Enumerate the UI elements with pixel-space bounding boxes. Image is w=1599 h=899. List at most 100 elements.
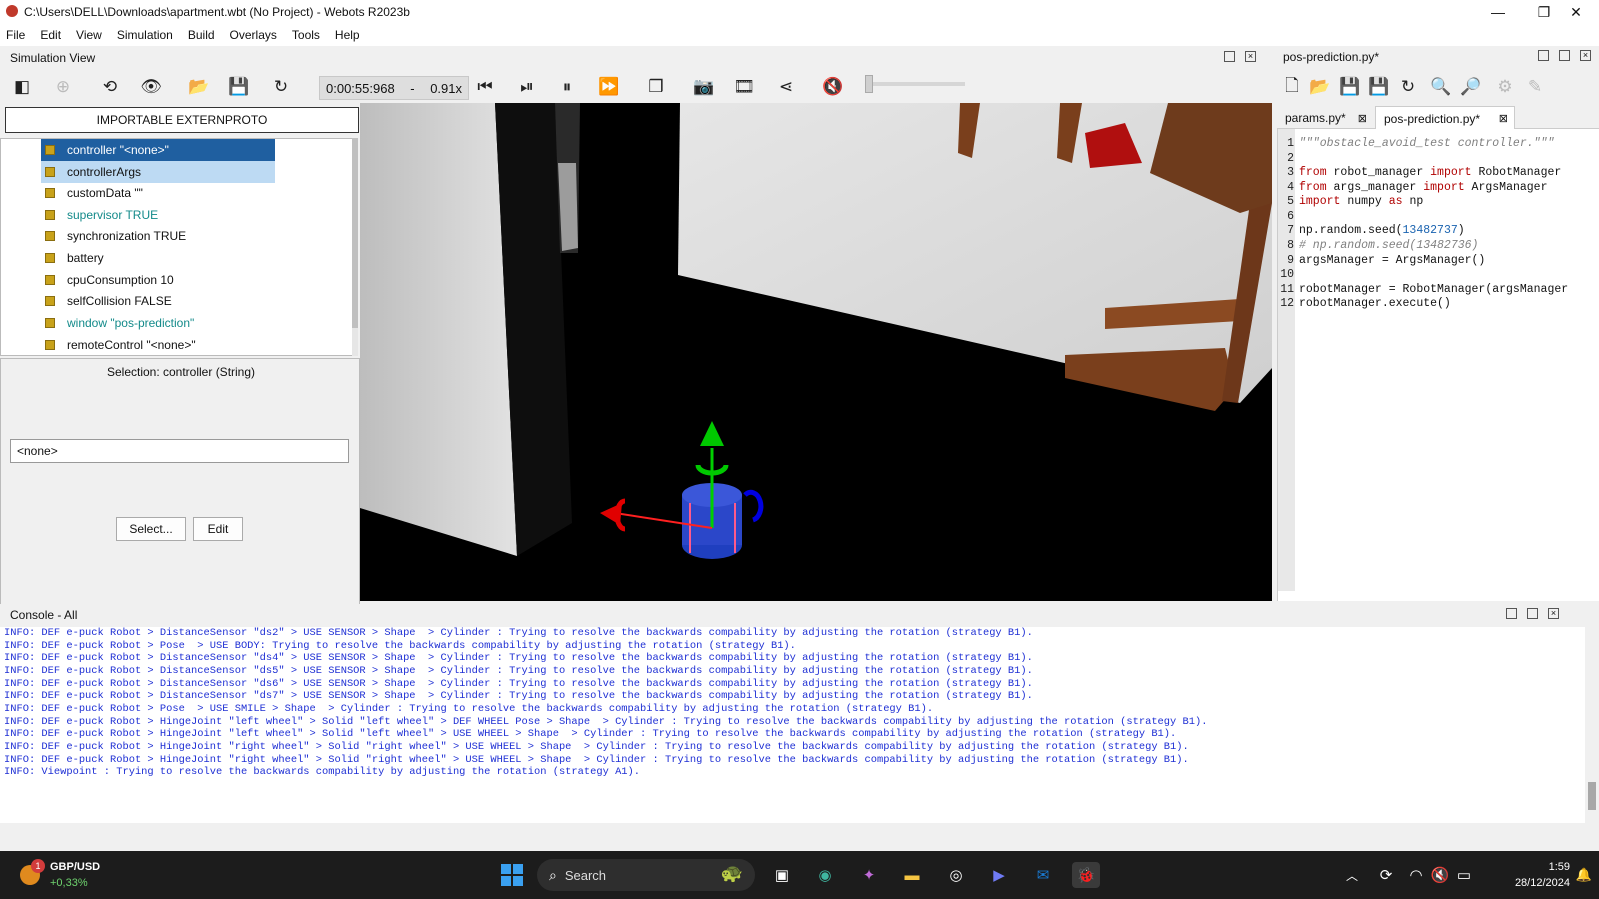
undock-icon[interactable] <box>1506 608 1517 619</box>
menu-simulation[interactable]: Simulation <box>117 28 173 42</box>
menu-file[interactable]: File <box>6 28 25 42</box>
close-dock-icon[interactable]: × <box>1580 50 1591 61</box>
volume-slider[interactable] <box>865 75 965 93</box>
mute-icon[interactable]: 🔇 <box>820 74 846 100</box>
edit-button[interactable]: Edit <box>193 517 243 541</box>
tree-item-label: controllerArgs <box>67 165 142 179</box>
undock-icon[interactable] <box>1224 51 1235 62</box>
scrollbar-thumb[interactable] <box>352 138 358 328</box>
clean-icon[interactable]: ✎ <box>1522 74 1548 100</box>
windows-start-icon[interactable] <box>498 862 526 888</box>
fast-forward-icon[interactable]: ⏩ <box>596 74 622 100</box>
save-as-icon[interactable]: 💾 <box>1366 74 1392 100</box>
notification-bell-icon[interactable]: 🔔 <box>1570 862 1598 888</box>
taskbar-search-box[interactable]: ⌕ Search 🐢 <box>537 859 755 891</box>
reload-view-icon[interactable]: ⟲ <box>97 74 123 100</box>
minimize-button[interactable]: — <box>1475 0 1521 24</box>
tree-item-synchronization[interactable]: synchronization TRUE <box>41 225 194 247</box>
new-file-icon[interactable]: 🗋 <box>1279 74 1305 100</box>
undock-icon[interactable] <box>1538 50 1549 61</box>
file-explorer-icon[interactable]: ▬ <box>898 862 926 888</box>
weather-widget[interactable]: 1 GBP/USD +0,33% <box>16 859 106 893</box>
editor-title: pos-prediction.py* <box>1283 50 1380 64</box>
open-world-icon[interactable]: 📂 <box>186 74 212 100</box>
clock[interactable]: 1:59 28/12/2024 <box>1500 859 1570 891</box>
save-file-icon[interactable]: 💾 <box>1337 74 1363 100</box>
line-number: 4 <box>1287 181 1294 194</box>
screenshot-icon[interactable]: 📷 <box>691 74 717 100</box>
menu-tools[interactable]: Tools <box>292 28 320 42</box>
tab-close-icon[interactable]: ⊠ <box>1499 112 1508 125</box>
tab-pos-prediction[interactable]: pos-prediction.py* ⊠ <box>1375 106 1515 130</box>
reset-simulation-icon[interactable]: ⏮ <box>472 74 498 100</box>
tree-item-customdata[interactable]: customData "" <box>41 182 151 204</box>
find-icon[interactable]: 🔍 <box>1428 74 1454 100</box>
tab-params[interactable]: params.py* ⊠ <box>1277 106 1373 130</box>
3d-viewport[interactable] <box>360 103 1272 601</box>
tab-close-icon[interactable]: ⊠ <box>1358 112 1367 125</box>
tree-item-window[interactable]: window "pos-prediction" <box>41 312 202 334</box>
chevron-up-icon[interactable]: ︿ <box>1338 862 1366 888</box>
tree-item-supervisor[interactable]: supervisor TRUE <box>41 204 166 226</box>
record-movie-icon[interactable]: 🎞 <box>731 74 757 100</box>
scene-tree-scrollbar[interactable] <box>352 138 358 356</box>
close-button[interactable]: ✕ <box>1553 0 1599 24</box>
battery-icon[interactable]: ▭ <box>1450 862 1478 888</box>
volume-slider-handle[interactable] <box>865 75 873 93</box>
select-button[interactable]: Select... <box>116 517 186 541</box>
console-line: INFO: DEF e-puck Robot > DistanceSensor … <box>4 678 1033 690</box>
open-file-icon[interactable]: 📂 <box>1307 74 1333 100</box>
tree-item-controller[interactable]: controller "<none>" <box>41 139 275 161</box>
line-number: 1 <box>1287 137 1294 150</box>
menu-edit[interactable]: Edit <box>40 28 61 42</box>
scrollbar-thumb[interactable] <box>1588 782 1596 810</box>
revert-icon[interactable]: ↻ <box>1395 74 1421 100</box>
build-icon[interactable]: ⚙ <box>1492 74 1518 100</box>
close-icon: ✕ <box>1570 3 1582 20</box>
toggle-scene-tree-icon[interactable]: ◧ <box>9 74 35 100</box>
edge-browser-icon[interactable]: ◉ <box>811 862 839 888</box>
replace-icon[interactable]: 🔎 <box>1458 74 1484 100</box>
tree-item-remotecontrol[interactable]: remoteControl "<none>" <box>41 334 204 355</box>
eye-icon[interactable]: 👁 <box>138 74 164 100</box>
share-icon[interactable]: ⋖ <box>773 74 799 100</box>
controller-value-field[interactable]: <none> <box>10 439 349 463</box>
copilot-icon[interactable]: ✦ <box>855 862 883 888</box>
tree-item-selfcollision[interactable]: selfCollision FALSE <box>41 290 180 312</box>
3d-scene <box>360 103 1272 559</box>
tree-item-cpuconsumption[interactable]: cpuConsumption 10 <box>41 269 182 291</box>
sync-icon[interactable]: ⟳ <box>1372 862 1400 888</box>
outlook-icon[interactable]: ✉ <box>1029 862 1057 888</box>
keyword: import <box>1423 181 1465 194</box>
importable-externproto-button[interactable]: IMPORTABLE EXTERNPROTO <box>5 107 359 133</box>
add-node-icon[interactable]: ⊕ <box>50 74 76 100</box>
tree-item-battery[interactable]: battery <box>41 247 112 269</box>
webots-taskbar-icon[interactable]: 🐞 <box>1072 862 1100 888</box>
tree-item-controllerargs[interactable]: controllerArgs <box>41 161 275 183</box>
tree-item-label: controller "<none>" <box>67 143 169 157</box>
step-icon[interactable]: ⏯ <box>514 74 540 100</box>
rendering-toggle-icon[interactable]: ❒ <box>643 74 669 100</box>
code-editor[interactable]: 1 """obstacle_avoid_test controller.""" … <box>1277 129 1599 601</box>
console-output[interactable]: INFO: DEF e-puck Robot > DistanceSensor … <box>0 627 1585 823</box>
media-player-icon[interactable]: ▶ <box>985 862 1013 888</box>
float-icon[interactable] <box>1527 608 1538 619</box>
float-icon[interactable] <box>1559 50 1570 61</box>
tree-item-label: remoteControl "<none>" <box>67 338 196 352</box>
menu-overlays[interactable]: Overlays <box>230 28 277 42</box>
close-dock-icon[interactable]: × <box>1548 608 1559 619</box>
console-scrollbar[interactable] <box>1585 627 1599 823</box>
line-number: 9 <box>1287 254 1294 267</box>
close-dock-icon[interactable]: × <box>1245 51 1256 62</box>
pause-icon[interactable]: ⏸ <box>554 74 580 100</box>
save-world-icon[interactable]: 💾 <box>226 74 252 100</box>
field-icon <box>45 275 55 285</box>
task-view-icon[interactable]: ▣ <box>768 862 796 888</box>
field-icon <box>45 296 55 306</box>
simulation-time-display: 0:00:55:968 - 0.91x <box>319 76 469 100</box>
dell-icon[interactable]: ◎ <box>942 862 970 888</box>
menu-help[interactable]: Help <box>335 28 360 42</box>
menu-view[interactable]: View <box>76 28 102 42</box>
menu-build[interactable]: Build <box>188 28 215 42</box>
reload-world-icon[interactable]: ↻ <box>268 74 294 100</box>
